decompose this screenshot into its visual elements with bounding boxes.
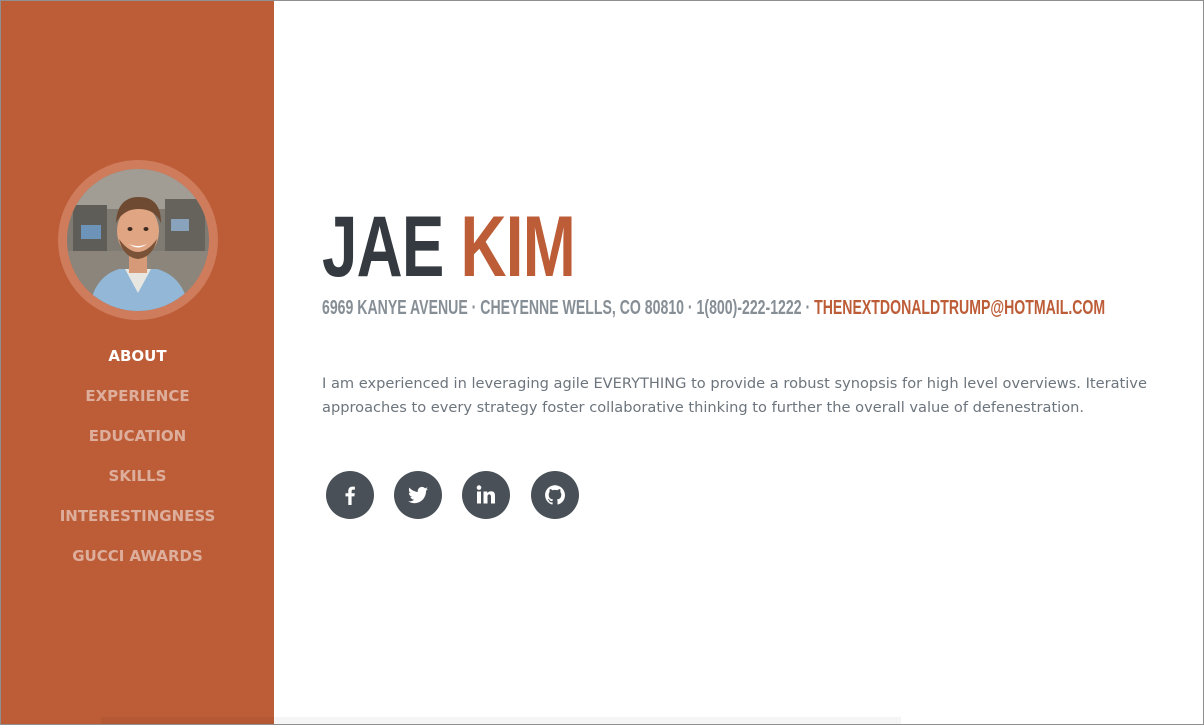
github-icon	[545, 485, 565, 505]
twitter-link[interactable]	[394, 471, 442, 519]
twitter-icon	[408, 486, 428, 504]
sidebar-nav: ABOUT EXPERIENCE EDUCATION SKILLS INTERE…	[1, 338, 274, 578]
nav-item-gucci-awards[interactable]: GUCCI AWARDS	[1, 538, 274, 578]
github-link[interactable]	[531, 471, 579, 519]
profile-photo-frame	[58, 160, 218, 320]
contact-info: 6969 Kanye Avenue · Cheyenne Wells, CO 8…	[322, 297, 1105, 319]
page-title: JAE KIM	[322, 204, 576, 290]
nav-item-about[interactable]: ABOUT	[1, 338, 274, 378]
linkedin-icon	[476, 485, 495, 504]
address-line: 6969 Kanye Avenue · Cheyenne Wells, CO 8…	[322, 297, 815, 319]
last-name: KIM	[460, 199, 576, 295]
first-name: JAE	[322, 199, 444, 295]
facebook-link[interactable]	[326, 471, 374, 519]
profile-photo-image	[67, 169, 209, 311]
about-text: I am experienced in leveraging agile EVE…	[322, 375, 1147, 416]
nav-item-skills[interactable]: SKILLS	[1, 458, 274, 498]
email-link[interactable]: thenextdonaldtrump@hotmail.com	[814, 297, 1105, 319]
facebook-icon	[345, 486, 355, 505]
nav-item-education[interactable]: EDUCATION	[1, 418, 274, 458]
linkedin-link[interactable]	[462, 471, 510, 519]
profile-photo	[67, 169, 209, 311]
sidebar: ABOUT EXPERIENCE EDUCATION SKILLS INTERE…	[1, 1, 274, 724]
browser-viewport: ABOUT EXPERIENCE EDUCATION SKILLS INTERE…	[0, 0, 1204, 725]
nav-item-experience[interactable]: EXPERIENCE	[1, 378, 274, 418]
bottom-shadow	[101, 717, 901, 724]
nav-item-interestingness[interactable]: INTERESTINGNESS	[1, 498, 274, 538]
